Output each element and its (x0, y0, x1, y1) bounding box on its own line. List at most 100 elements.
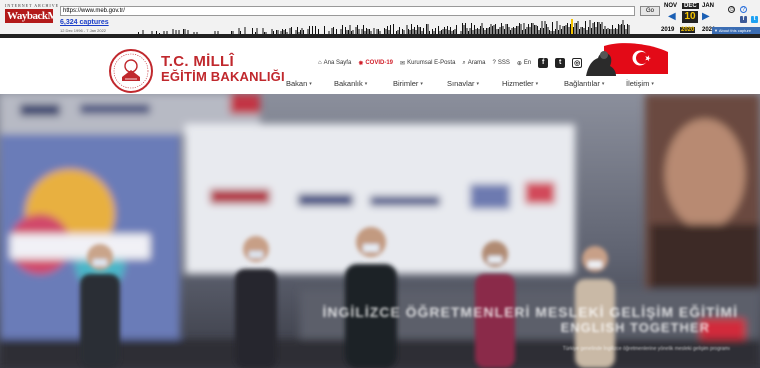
twitter-icon[interactable]: t (751, 16, 758, 23)
histogram-bar (549, 30, 550, 34)
topbar-covid[interactable]: ✸ COVID-19 (358, 60, 393, 67)
capture-histogram[interactable] (135, 19, 635, 34)
wayback-url-input[interactable]: https://www.meb.gov.tr/ (60, 6, 635, 16)
histogram-bar (525, 29, 526, 34)
histogram-bar (523, 23, 525, 34)
histogram-bar (588, 27, 589, 34)
next-capture-arrow-icon[interactable]: ▶ (702, 12, 710, 22)
help-icon[interactable]: ? (740, 6, 747, 13)
topbar-language[interactable]: ⊕ En (517, 60, 531, 67)
histogram-bar (423, 28, 424, 34)
histogram-bar (511, 28, 513, 34)
histogram-bar (517, 26, 519, 34)
month-prev[interactable]: NOV (664, 3, 677, 9)
histogram-bar (373, 28, 375, 34)
about-capture-button[interactable]: ▼ About this capture (712, 27, 760, 34)
facebook-icon[interactable]: f (740, 16, 747, 23)
histogram-bar (403, 30, 405, 34)
wayback-logo[interactable]: INTERNET ARCHIVE WaybackMachine (5, 3, 58, 23)
capture-date-range: 12 Dec 1996 - 7 Jan 2022 (60, 28, 107, 33)
nav-hizmetler[interactable]: Hizmetler ▾ (502, 79, 564, 88)
histogram-bar (295, 30, 297, 34)
user-icon[interactable]: ☺ (728, 6, 735, 13)
hero-slider[interactable]: İNGİLİZCE ÖĞRETMENLERİ MESLEKİ GELİŞİM E… (0, 94, 760, 368)
topbar-faq[interactable]: ? SSS (492, 60, 509, 66)
histogram-bar (363, 25, 364, 34)
histogram-bar (616, 29, 618, 34)
histogram-bar (541, 21, 543, 34)
ataturk-flag-banner (586, 43, 668, 76)
year-prev[interactable]: 2019 (661, 27, 674, 33)
nav-bakanlik[interactable]: Bakanlık ▾ (334, 79, 393, 88)
wayback-go-button[interactable]: Go (640, 6, 660, 16)
histogram-bar (369, 29, 370, 34)
histogram-bar (439, 31, 441, 34)
histogram-bar (184, 29, 186, 34)
wayback-icons: ☺ ? f t (728, 6, 760, 26)
histogram-bar (432, 29, 433, 34)
histogram-bar (534, 25, 535, 34)
histogram-bar (483, 28, 484, 34)
nav-label: Hizmetler (502, 79, 534, 88)
histogram-bar (526, 27, 528, 34)
brand-title-line1[interactable]: T.C. MİLLÎ (161, 53, 234, 70)
histogram-bar (486, 28, 487, 34)
histogram-bar (163, 31, 165, 34)
histogram-bar (397, 30, 399, 34)
histogram-bar (628, 25, 630, 34)
facebook-icon[interactable]: f (538, 58, 549, 68)
histogram-bar (543, 28, 544, 34)
histogram-bar (364, 31, 366, 34)
histogram-bar (622, 20, 624, 34)
histogram-bar (358, 29, 360, 34)
histogram-bar (214, 31, 216, 34)
histogram-bar (385, 29, 387, 34)
histogram-bar (558, 30, 559, 34)
histogram-bar (415, 30, 417, 34)
nav-birimler[interactable]: Birimler ▾ (393, 79, 447, 88)
histogram-bar (399, 27, 400, 34)
hero-caption-subtitle: ENGLISH TOGETHER (560, 320, 710, 335)
histogram-bar (484, 30, 486, 34)
chevron-down-icon: ▾ (309, 80, 312, 87)
instagram-icon[interactable]: ◎ (572, 58, 583, 68)
nav-baglantilar[interactable]: Bağlantılar ▾ (564, 79, 626, 88)
histogram-bar (601, 22, 603, 34)
histogram-bar (390, 25, 391, 34)
brand-title-line2[interactable]: EĞİTİM BAKANLIĞI (161, 69, 285, 84)
histogram-bar (387, 26, 388, 34)
month-next[interactable]: JAN (702, 3, 714, 9)
histogram-bar (520, 24, 522, 34)
twitter-icon[interactable]: t (555, 58, 566, 68)
histogram-bar (573, 27, 574, 34)
histogram-bar (627, 24, 628, 34)
histogram-bar (435, 28, 436, 34)
nav-bakan[interactable]: Bakan ▾ (286, 79, 334, 88)
meb-emblem-logo[interactable] (108, 48, 154, 94)
histogram-bar (238, 28, 240, 34)
chevron-down-icon: ▾ (601, 80, 605, 87)
topbar-search[interactable]: ⌕ Arama (462, 60, 485, 67)
histogram-bar (468, 31, 469, 34)
nav-sinavlar[interactable]: Sınavlar ▾ (447, 79, 502, 88)
nav-label: Sınavlar (447, 79, 475, 88)
topbar-email[interactable]: ✉ Kurumsal E-Posta (400, 60, 455, 67)
histogram-bar (507, 24, 508, 34)
histogram-bar (427, 24, 429, 34)
histogram-bar (451, 31, 453, 34)
chevron-down-icon: ▾ (476, 80, 480, 87)
histogram-bar (159, 33, 160, 34)
histogram-bar (301, 28, 303, 34)
histogram-bar (478, 29, 480, 34)
topbar-home[interactable]: ⌂ Ana Sayfa (318, 60, 351, 66)
histogram-bar (426, 24, 427, 34)
nav-iletisim[interactable]: İletişim ▾ (626, 79, 671, 88)
histogram-bar (441, 30, 442, 34)
prev-capture-arrow-icon[interactable]: ◀ (668, 12, 676, 22)
mail-icon: ✉ (400, 60, 406, 67)
captures-link[interactable]: 6,324 captures (60, 19, 109, 26)
chevron-down-icon: ▾ (651, 80, 654, 87)
histogram-bar (244, 27, 246, 34)
histogram-bar (318, 29, 319, 34)
histogram-bar (217, 31, 219, 34)
